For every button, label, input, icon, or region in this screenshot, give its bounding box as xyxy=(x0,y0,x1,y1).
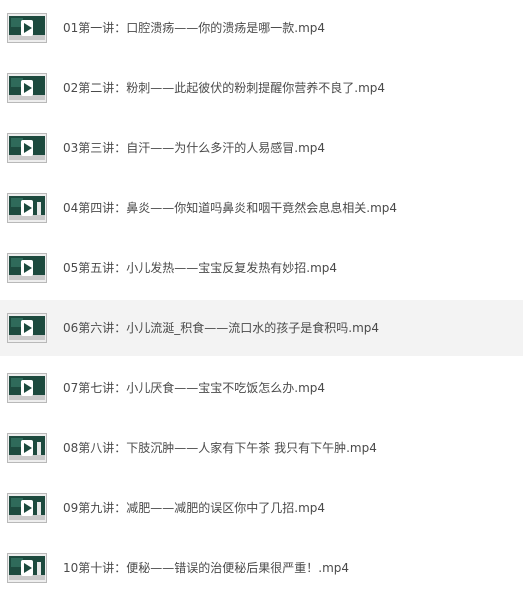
play-icon xyxy=(21,200,33,216)
file-row-06[interactable]: 06第六讲：小儿流涎_积食——流口水的孩子是食积吗.mp4 xyxy=(0,300,523,356)
video-file-icon xyxy=(7,433,47,463)
file-row-08[interactable]: 08第八讲：下肢沉肿——人家有下午茶 我只有下午肿.mp4 xyxy=(0,420,523,476)
file-row-05[interactable]: 05第五讲：小儿发热——宝宝反复发热有妙招.mp4 xyxy=(0,240,523,296)
file-name: 08第八讲：下肢沉肿——人家有下午茶 我只有下午肿.mp4 xyxy=(63,441,377,455)
file-name: 04第四讲：鼻炎——你知道吗鼻炎和咽干竟然会息息相关.mp4 xyxy=(63,201,398,215)
video-file-icon xyxy=(7,73,47,103)
play-icon xyxy=(21,80,33,96)
file-row-01[interactable]: 01第一讲：口腔溃疡——你的溃疡是哪一款.mp4 xyxy=(0,0,523,56)
file-row-07[interactable]: 07第七讲：小儿厌食——宝宝不吃饭怎么办.mp4 xyxy=(0,360,523,416)
file-name: 03第三讲：自汗——为什么多汗的人易感冒.mp4 xyxy=(63,141,326,155)
play-icon xyxy=(21,500,33,516)
file-row-09[interactable]: 09第九讲：减肥——减肥的误区你中了几招.mp4 xyxy=(0,480,523,536)
play-icon xyxy=(21,560,33,576)
play-icon xyxy=(21,380,33,396)
file-row-03[interactable]: 03第三讲：自汗——为什么多汗的人易感冒.mp4 xyxy=(0,120,523,176)
file-row-10[interactable]: 10第十讲：便秘——错误的治便秘后果很严重！.mp4 xyxy=(0,540,523,596)
file-name: 06第六讲：小儿流涎_积食——流口水的孩子是食积吗.mp4 xyxy=(63,321,380,335)
file-name: 07第七讲：小儿厌食——宝宝不吃饭怎么办.mp4 xyxy=(63,381,326,395)
file-name: 10第十讲：便秘——错误的治便秘后果很严重！.mp4 xyxy=(63,561,350,575)
play-icon xyxy=(21,20,33,36)
file-name: 01第一讲：口腔溃疡——你的溃疡是哪一款.mp4 xyxy=(63,21,326,35)
video-file-icon xyxy=(7,373,47,403)
video-file-icon xyxy=(7,553,47,583)
file-list: 01第一讲：口腔溃疡——你的溃疡是哪一款.mp4 02第二讲：粉刺——此起彼伏的… xyxy=(0,0,523,593)
play-icon xyxy=(21,260,33,276)
play-icon xyxy=(21,140,33,156)
video-file-icon xyxy=(7,253,47,283)
file-name: 02第二讲：粉刺——此起彼伏的粉刺提醒你营养不良了.mp4 xyxy=(63,81,386,95)
video-file-icon xyxy=(7,133,47,163)
file-row-02[interactable]: 02第二讲：粉刺——此起彼伏的粉刺提醒你营养不良了.mp4 xyxy=(0,60,523,116)
video-file-icon xyxy=(7,193,47,223)
file-name: 05第五讲：小儿发热——宝宝反复发热有妙招.mp4 xyxy=(63,261,338,275)
file-row-04[interactable]: 04第四讲：鼻炎——你知道吗鼻炎和咽干竟然会息息相关.mp4 xyxy=(0,180,523,236)
play-icon xyxy=(21,320,33,336)
video-file-icon xyxy=(7,493,47,523)
video-file-icon xyxy=(7,13,47,43)
video-file-icon xyxy=(7,313,47,343)
play-icon xyxy=(21,440,33,456)
file-name: 09第九讲：减肥——减肥的误区你中了几招.mp4 xyxy=(63,501,326,515)
